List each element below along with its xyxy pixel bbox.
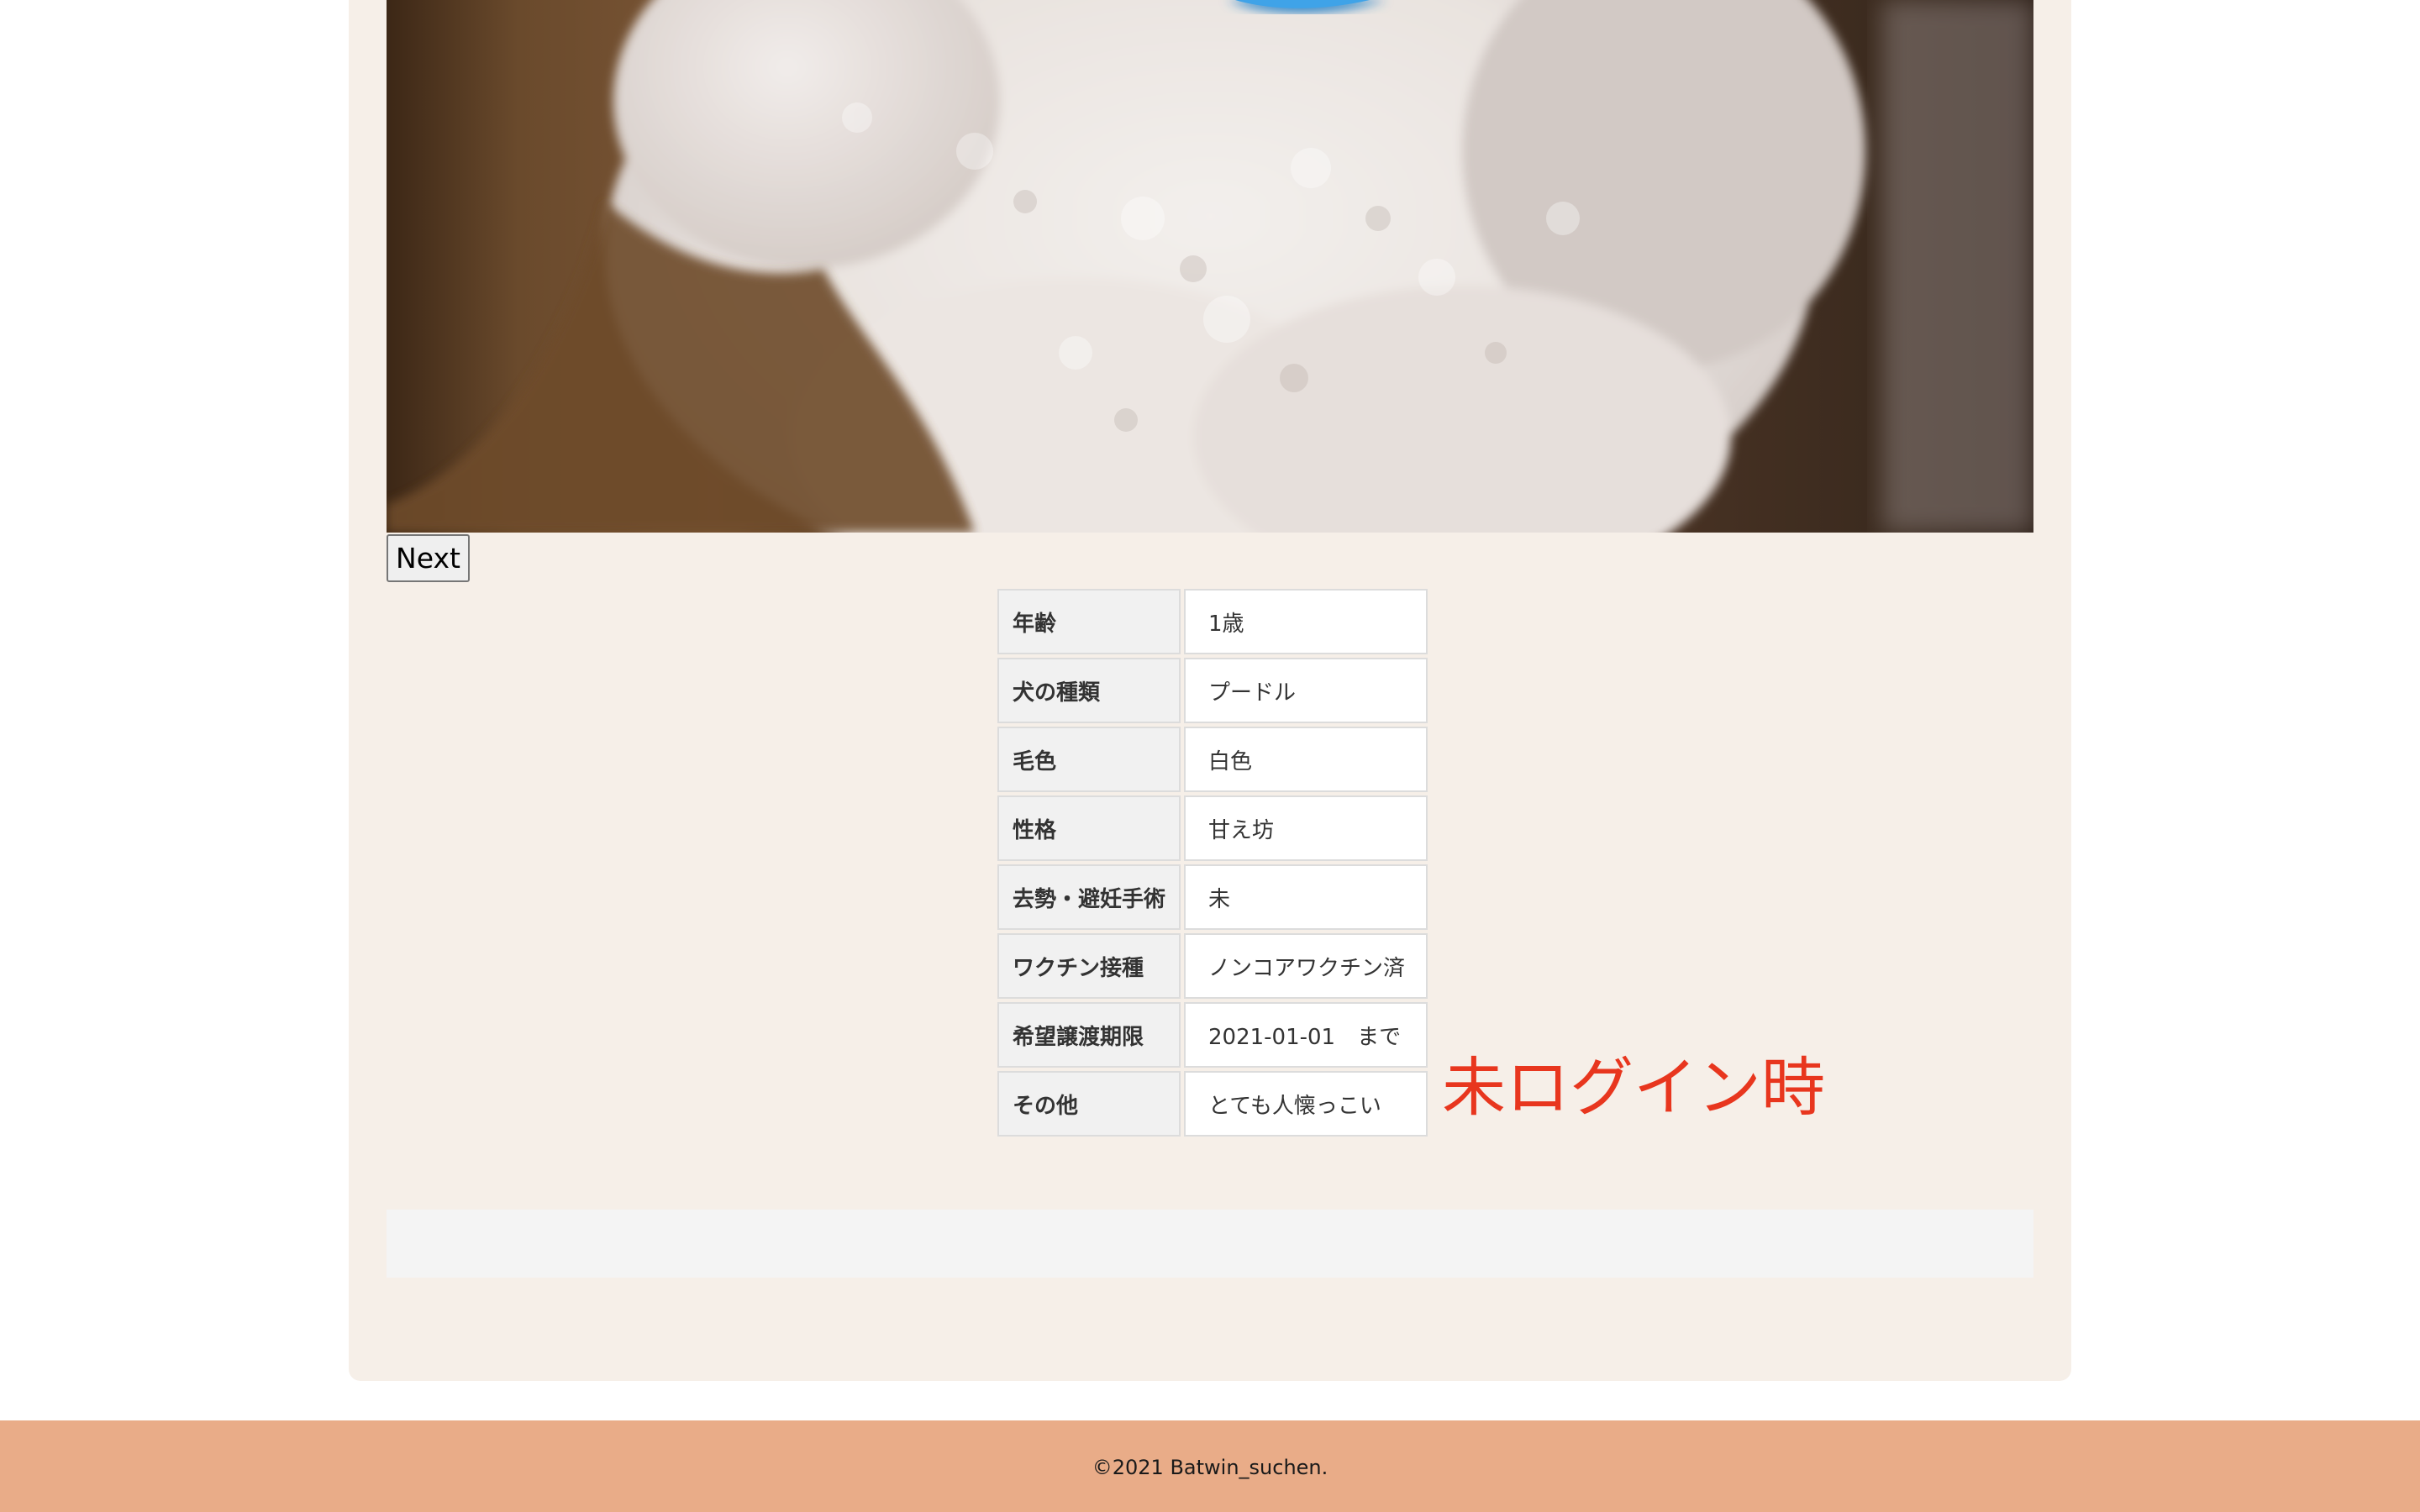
- table-row: 年齢 1歳: [997, 589, 1428, 654]
- detail-value: 2021-01-01 まで: [1184, 1002, 1428, 1068]
- page: Next 年齢 1歳 犬の種類 プードル 毛色 白色 性格 甘え坊 去勢・避妊手…: [0, 0, 2420, 1512]
- detail-value: ノンコアワクチン済: [1184, 933, 1428, 999]
- detail-label: その他: [997, 1071, 1181, 1137]
- detail-value: 1歳: [1184, 589, 1428, 654]
- detail-label: 犬の種類: [997, 658, 1181, 723]
- detail-value: プードル: [1184, 658, 1428, 723]
- detail-label: 毛色: [997, 727, 1181, 792]
- table-row: 毛色 白色: [997, 727, 1428, 792]
- table-row: 希望譲渡期限 2021-01-01 まで: [997, 1002, 1428, 1068]
- table-row: 去勢・避妊手術 未: [997, 864, 1428, 930]
- detail-label: 年齢: [997, 589, 1181, 654]
- dog-photo: [387, 0, 2033, 533]
- detail-value: 未: [1184, 864, 1428, 930]
- detail-label: ワクチン接種: [997, 933, 1181, 999]
- detail-value: 甘え坊: [1184, 795, 1428, 861]
- next-button[interactable]: Next: [387, 534, 470, 582]
- table-row: その他 とても人懐っこい: [997, 1071, 1428, 1137]
- dog-details-table: 年齢 1歳 犬の種類 プードル 毛色 白色 性格 甘え坊 去勢・避妊手術 未 ワ…: [994, 585, 1431, 1140]
- detail-value: とても人懐っこい: [1184, 1071, 1428, 1137]
- empty-action-area: [387, 1210, 2033, 1278]
- footer-copyright: ©2021 Batwin_suchen.: [1092, 1456, 1328, 1479]
- not-logged-in-annotation: 未ログイン時: [1442, 1050, 1825, 1125]
- detail-label: 希望譲渡期限: [997, 1002, 1181, 1068]
- detail-value: 白色: [1184, 727, 1428, 792]
- detail-label: 去勢・避妊手術: [997, 864, 1181, 930]
- table-row: ワクチン接種 ノンコアワクチン済: [997, 933, 1428, 999]
- detail-label: 性格: [997, 795, 1181, 861]
- table-row: 性格 甘え坊: [997, 795, 1428, 861]
- table-row: 犬の種類 プードル: [997, 658, 1428, 723]
